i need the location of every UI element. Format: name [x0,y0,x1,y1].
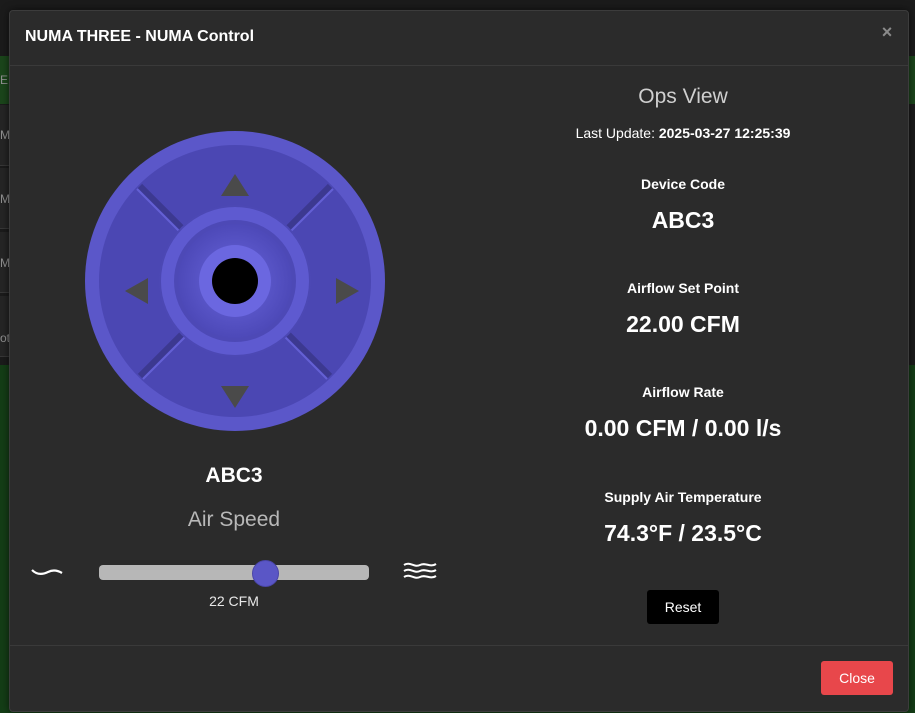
airflow-rate-label: Airflow Rate [642,384,724,400]
close-button[interactable]: Close [821,661,893,695]
device-name: ABC3 [205,464,263,487]
joystick-hub [212,258,258,304]
joystick-control[interactable] [85,131,385,431]
airflow-rate-value: 0.00 CFM / 0.00 l/s [584,415,782,441]
modal-header: NUMA THREE - NUMA Control × [10,11,908,66]
supply-air-temperature-label: Supply Air Temperature [604,489,762,505]
slider-handle[interactable] [251,560,279,587]
control-modal: NUMA THREE - NUMA Control × ABC3 Air Spe… [9,10,909,712]
ops-view-title: Ops View [638,85,728,108]
device-code-value: ABC3 [651,207,715,233]
supply-air-temperature-value: 74.3°F / 23.5°C [604,520,762,546]
wave-low-icon [31,569,63,576]
airflow-set-point-label: Airflow Set Point [627,280,739,296]
reset-button[interactable]: Reset [647,590,719,624]
slider-value: 22 CFM [209,593,259,609]
wave-high-icon [403,562,437,579]
last-update: Last Update: 2025-03-27 12:25:39 [458,125,908,141]
air-speed-label: Air Speed [187,508,281,531]
modal-footer: Close [10,645,908,712]
air-speed-slider[interactable] [99,560,369,587]
airflow-set-point-value: 22.00 CFM [626,311,740,337]
last-update-label: Last Update: [575,125,655,141]
close-icon[interactable]: × [880,23,894,41]
last-update-value: 2025-03-27 12:25:39 [658,125,791,141]
modal-title: NUMA THREE - NUMA Control [25,28,255,45]
device-code-label: Device Code [640,176,726,192]
